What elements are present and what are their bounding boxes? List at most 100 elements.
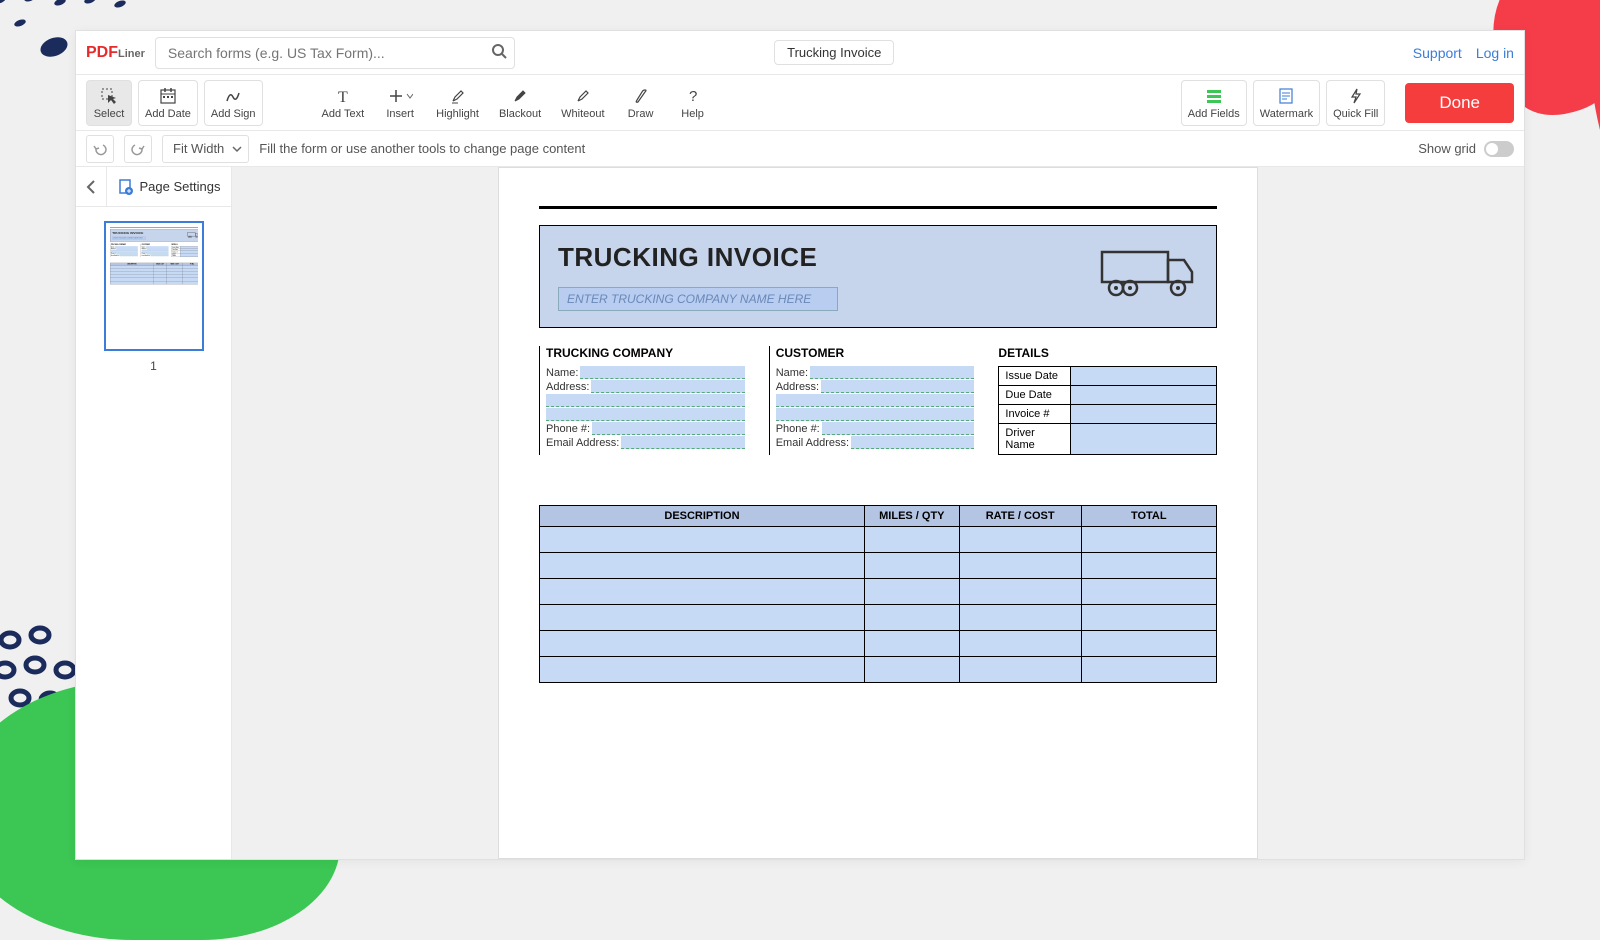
table-row[interactable] (540, 657, 1217, 683)
cust-address3-field[interactable] (776, 408, 975, 421)
tc-address-field[interactable] (116, 248, 138, 250)
table-row[interactable] (110, 278, 198, 281)
table-cell[interactable] (1081, 631, 1216, 657)
add-sign-button[interactable]: Add Sign (204, 80, 263, 126)
search-input[interactable] (155, 37, 515, 69)
table-cell[interactable] (110, 281, 154, 284)
undo-button[interactable] (86, 135, 114, 163)
table-row[interactable] (540, 605, 1217, 631)
table-row[interactable] (110, 272, 198, 275)
zoom-select[interactable]: Fit Width (162, 135, 249, 163)
table-cell[interactable] (1081, 657, 1216, 683)
table-row[interactable] (110, 265, 198, 268)
table-cell[interactable] (1081, 527, 1216, 553)
cust-address-field[interactable] (147, 248, 169, 250)
details-field[interactable] (180, 251, 198, 253)
cust-address2-field[interactable] (776, 394, 975, 407)
tc-phone-field[interactable] (116, 253, 137, 255)
table-row[interactable] (110, 269, 198, 272)
table-row[interactable] (110, 281, 198, 284)
table-row[interactable] (110, 275, 198, 278)
tc-email-field[interactable] (621, 436, 744, 449)
add-text-button[interactable]: T Add Text (315, 80, 372, 126)
table-cell[interactable] (959, 657, 1081, 683)
table-row[interactable] (540, 579, 1217, 605)
table-cell[interactable] (540, 553, 865, 579)
page-settings-button[interactable]: Page Settings (106, 167, 231, 206)
table-cell[interactable] (540, 579, 865, 605)
table-cell[interactable] (166, 275, 182, 278)
login-link[interactable]: Log in (1476, 45, 1514, 61)
table-cell[interactable] (110, 272, 154, 275)
table-cell[interactable] (182, 265, 197, 268)
table-cell[interactable] (110, 278, 154, 281)
cust-address3-field[interactable] (141, 251, 168, 253)
details-field[interactable] (180, 246, 198, 248)
help-button[interactable]: ? Help (670, 80, 716, 126)
tc-address3-field[interactable] (546, 408, 745, 421)
table-cell[interactable] (182, 281, 197, 284)
cust-address-field[interactable] (821, 380, 974, 393)
company-name-field[interactable]: ENTER TRUCKING COMPANY NAME HERE (558, 287, 838, 311)
canvas-area[interactable]: TRUCKING INVOICE ENTER TRUCKING COMPANY … (232, 167, 1524, 859)
table-cell[interactable] (166, 278, 182, 281)
show-grid-toggle[interactable] (1484, 141, 1514, 157)
table-cell[interactable] (182, 269, 197, 272)
table-cell[interactable] (166, 265, 182, 268)
table-cell[interactable] (959, 579, 1081, 605)
add-date-button[interactable]: Add Date (138, 80, 198, 126)
table-cell[interactable] (1081, 579, 1216, 605)
table-row[interactable] (540, 631, 1217, 657)
table-cell[interactable] (110, 265, 154, 268)
tc-name-field[interactable] (580, 366, 744, 379)
page-thumbnail[interactable]: TRUCKING INVOICE ENTER TRUCKING COMPANY … (104, 221, 204, 351)
table-cell[interactable] (959, 605, 1081, 631)
select-button[interactable]: Select (86, 80, 132, 126)
table-cell[interactable] (864, 605, 959, 631)
cust-phone-field[interactable] (822, 422, 975, 435)
draw-button[interactable]: Draw (618, 80, 664, 126)
tc-phone-field[interactable] (592, 422, 745, 435)
table-cell[interactable] (153, 278, 166, 281)
quick-fill-button[interactable]: Quick Fill (1326, 80, 1385, 126)
table-cell[interactable] (182, 278, 197, 281)
table-row[interactable] (540, 553, 1217, 579)
thumbnails-panel[interactable]: TRUCKING INVOICE ENTER TRUCKING COMPANY … (76, 207, 231, 387)
details-field[interactable] (1071, 386, 1217, 405)
tc-name-field[interactable] (114, 246, 137, 248)
table-cell[interactable] (153, 281, 166, 284)
table-cell[interactable] (959, 553, 1081, 579)
details-field[interactable] (1071, 424, 1217, 455)
add-fields-button[interactable]: Add Fields (1181, 80, 1247, 126)
insert-button[interactable]: Insert (377, 80, 423, 126)
table-cell[interactable] (864, 553, 959, 579)
table-cell[interactable] (110, 269, 154, 272)
table-cell[interactable] (153, 272, 166, 275)
table-cell[interactable] (166, 281, 182, 284)
cust-email-field[interactable] (851, 436, 974, 449)
watermark-button[interactable]: Watermark (1253, 80, 1320, 126)
table-cell[interactable] (864, 527, 959, 553)
table-cell[interactable] (540, 631, 865, 657)
table-cell[interactable] (540, 657, 865, 683)
logo[interactable]: PDFLiner (86, 44, 145, 62)
table-cell[interactable] (864, 579, 959, 605)
table-cell[interactable] (959, 631, 1081, 657)
details-field[interactable] (1071, 405, 1217, 424)
details-field[interactable] (180, 249, 198, 251)
cust-name-field[interactable] (145, 246, 168, 248)
table-cell[interactable] (959, 527, 1081, 553)
sidebar-back-button[interactable] (76, 180, 106, 194)
tc-address2-field[interactable] (546, 394, 745, 407)
highlight-button[interactable]: Highlight (429, 80, 486, 126)
table-cell[interactable] (110, 275, 154, 278)
tc-address2-field[interactable] (110, 250, 137, 252)
details-field[interactable] (180, 253, 198, 257)
table-row[interactable] (540, 527, 1217, 553)
table-cell[interactable] (153, 265, 166, 268)
table-cell[interactable] (166, 272, 182, 275)
cust-phone-field[interactable] (147, 253, 168, 255)
table-cell[interactable] (182, 275, 197, 278)
cust-address2-field[interactable] (141, 250, 168, 252)
tc-email-field[interactable] (119, 255, 137, 257)
